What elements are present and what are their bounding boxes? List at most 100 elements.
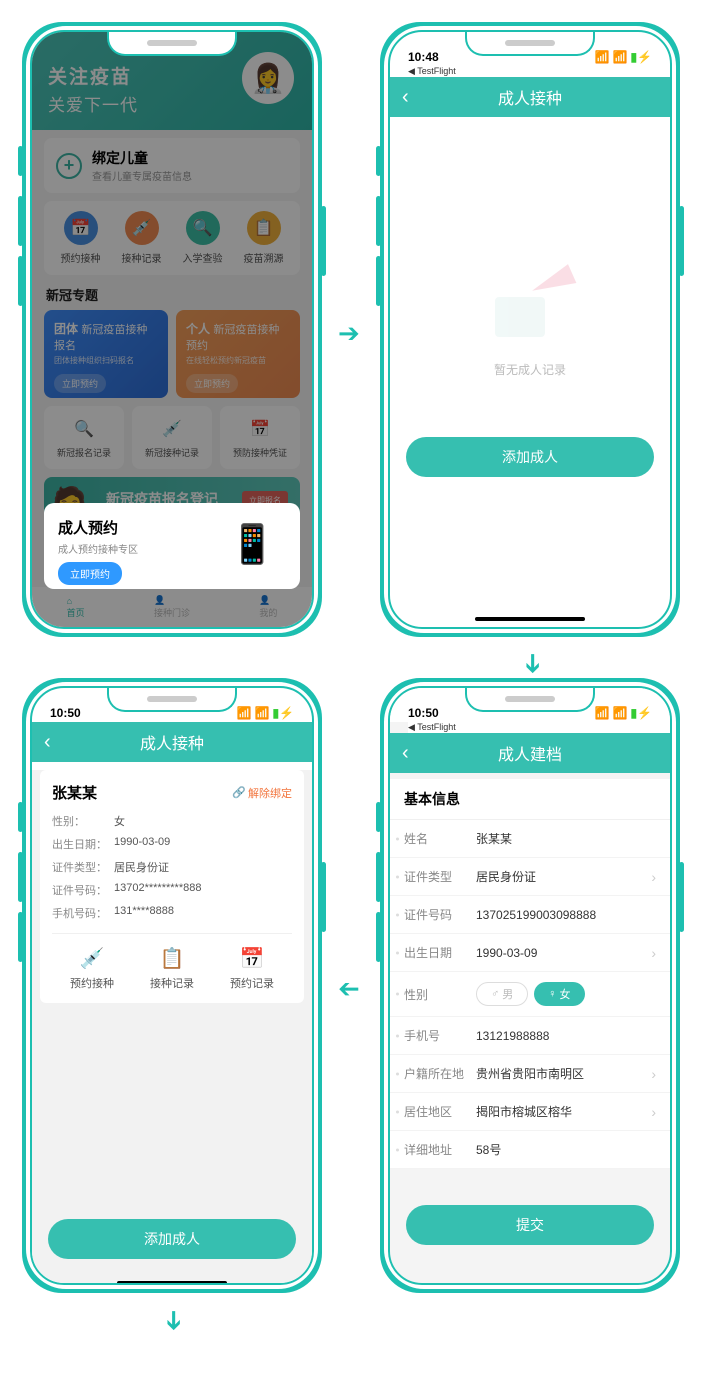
list-icon: 📋	[150, 946, 194, 971]
form-row-gender: 性别 ♂男 ♀女	[390, 972, 670, 1017]
back-icon[interactable]: ‹	[402, 86, 409, 109]
info-label: 证件号码：	[52, 882, 114, 898]
action-appointment[interactable]: 💉 预约接种	[70, 946, 114, 991]
field-label: 居住地区	[404, 1103, 476, 1120]
status-icons: 📶 📶 ▮⚡	[237, 706, 294, 720]
status-time: 10:50	[50, 706, 81, 720]
page-title: 成人接种	[140, 730, 204, 754]
info-row-cert-type: 证件类型：居民身份证	[52, 859, 292, 875]
info-row-cert-no: 证件号码：13702*********888	[52, 882, 292, 898]
status-time: 10:50	[408, 706, 439, 720]
wifi-icon: 📶	[255, 706, 270, 720]
empty-text: 暂无成人记录	[494, 361, 566, 378]
action-record[interactable]: 📋接种记录	[150, 946, 194, 991]
info-row-gender: 性别：女	[52, 813, 292, 829]
phone-screen-3-form: 10:50 📶 📶 ▮⚡ ◀ TestFlight ‹ 成人建档 基本信息 姓名…	[380, 678, 680, 1293]
field-label: 性别	[404, 986, 476, 1003]
empty-illustration	[485, 257, 575, 347]
field-value: 张某某	[476, 830, 656, 847]
section-title: 基本信息	[390, 779, 670, 820]
field-value: 揭阳市榕城区榕华	[476, 1103, 651, 1120]
form-row-birth[interactable]: 出生日期1990-03-09›	[390, 934, 670, 972]
field-value: 13121988888	[476, 1029, 656, 1043]
info-label: 出生日期：	[52, 836, 114, 852]
battery-icon: ▮⚡	[630, 706, 652, 720]
gender-female-button[interactable]: ♀女	[534, 982, 584, 1006]
info-label: 性别：	[52, 813, 114, 829]
form-row-juzhu[interactable]: 居住地区揭阳市榕城区榕华›	[390, 1093, 670, 1131]
link-icon: 🔗	[232, 786, 246, 799]
submit-button[interactable]: 提交	[406, 1205, 654, 1245]
popup-button[interactable]: 立即预约	[58, 562, 122, 585]
page-header: ‹ 成人接种	[390, 77, 670, 117]
female-icon: ♀	[548, 988, 556, 1000]
phone-screen-4-detail: 10:50 📶 📶 ▮⚡ ‹ 成人接种 张某某 🔗解除绑定 性别：女 出生日期：…	[22, 678, 322, 1293]
wifi-icon: 📶	[613, 50, 628, 64]
home-indicator[interactable]	[475, 617, 585, 621]
info-value: 1990-03-09	[114, 836, 170, 852]
field-value: 贵州省贵阳市南明区	[476, 1065, 651, 1082]
form-row-cert-type[interactable]: 证件类型居民身份证›	[390, 858, 670, 896]
back-icon[interactable]: ‹	[44, 731, 51, 754]
form-row-huji[interactable]: 户籍所在地贵州省贵阳市南明区›	[390, 1055, 670, 1093]
syringe-icon: 💉	[70, 946, 114, 971]
chevron-right-icon: ›	[651, 1066, 656, 1082]
info-value: 131****8888	[114, 905, 174, 921]
home-indicator[interactable]	[117, 1281, 227, 1285]
field-value: 58号	[476, 1141, 656, 1158]
flow-arrow-left-icon: ➔	[338, 974, 360, 1005]
gender-male-button[interactable]: ♂男	[476, 982, 528, 1006]
wifi-icon: 📶	[613, 706, 628, 720]
form-row-addr[interactable]: 详细地址58号	[390, 1131, 670, 1169]
phone-illustration: 📱	[229, 523, 276, 567]
action-history[interactable]: 📅 预约记录	[230, 946, 274, 991]
action-label: 预约接种	[70, 978, 114, 990]
flow-arrow-down-icon: ➔	[158, 1310, 189, 1332]
form-row-phone[interactable]: 手机号13121988888	[390, 1017, 670, 1055]
field-value: 137025199003098888	[476, 908, 656, 922]
field-label: 证件号码	[404, 906, 476, 923]
basic-info-section: 基本信息 姓名张某某 证件类型居民身份证› 证件号码13702519900309…	[390, 779, 670, 1169]
form-row-cert-no[interactable]: 证件号码137025199003098888	[390, 896, 670, 934]
adult-appointment-popup[interactable]: 成人预约 成人预约接种专区 立即预约 📱	[44, 503, 300, 589]
calendar-icon: 📅	[230, 946, 274, 971]
flow-arrow-down-icon: ➔	[517, 653, 548, 675]
field-value: 居民身份证	[476, 868, 651, 885]
info-value: 女	[114, 813, 125, 829]
signal-icon: 📶	[237, 706, 252, 720]
info-row-birth: 出生日期：1990-03-09	[52, 836, 292, 852]
add-adult-button[interactable]: 添加成人	[406, 437, 654, 477]
battery-icon: ▮⚡	[630, 50, 652, 64]
person-name: 张某某	[52, 782, 97, 803]
field-label: 户籍所在地	[404, 1065, 476, 1082]
field-label: 出生日期	[404, 944, 476, 961]
page-title: 成人建档	[498, 741, 562, 765]
flow-arrow-right-icon: ➔	[338, 318, 360, 349]
field-label: 姓名	[404, 830, 476, 847]
field-value: 1990-03-09	[476, 946, 651, 960]
chevron-right-icon: ›	[651, 869, 656, 885]
info-value: 居民身份证	[114, 859, 169, 875]
status-icons: 📶 📶 ▮⚡	[595, 706, 652, 720]
chevron-right-icon: ›	[651, 1104, 656, 1120]
field-label: 手机号	[404, 1027, 476, 1044]
action-label: 预约记录	[230, 978, 274, 990]
info-label: 证件类型：	[52, 859, 114, 875]
status-icons: 📶 📶 ▮⚡	[595, 50, 652, 64]
unbind-button[interactable]: 🔗解除绑定	[232, 785, 292, 801]
testflight-label: ◀ TestFlight	[408, 722, 670, 733]
info-value: 13702*********888	[114, 882, 201, 898]
chevron-right-icon: ›	[651, 945, 656, 961]
info-row-phone: 手机号码：131****8888	[52, 905, 292, 921]
signal-icon: 📶	[595, 706, 610, 720]
phone-screen-2-empty: 10:48 📶 📶 ▮⚡ ◀ TestFlight ‹ 成人接种 暂无成人记录 …	[380, 22, 680, 637]
back-icon[interactable]: ‹	[402, 742, 409, 765]
info-label: 手机号码：	[52, 905, 114, 921]
form-row-name[interactable]: 姓名张某某	[390, 820, 670, 858]
status-time: 10:48	[408, 50, 439, 64]
page-title: 成人接种	[498, 85, 562, 109]
battery-icon: ▮⚡	[272, 706, 294, 720]
add-adult-button[interactable]: 添加成人	[48, 1219, 296, 1259]
person-card: 张某某 🔗解除绑定 性别：女 出生日期：1990-03-09 证件类型：居民身份…	[40, 770, 304, 1003]
field-label: 证件类型	[404, 868, 476, 885]
